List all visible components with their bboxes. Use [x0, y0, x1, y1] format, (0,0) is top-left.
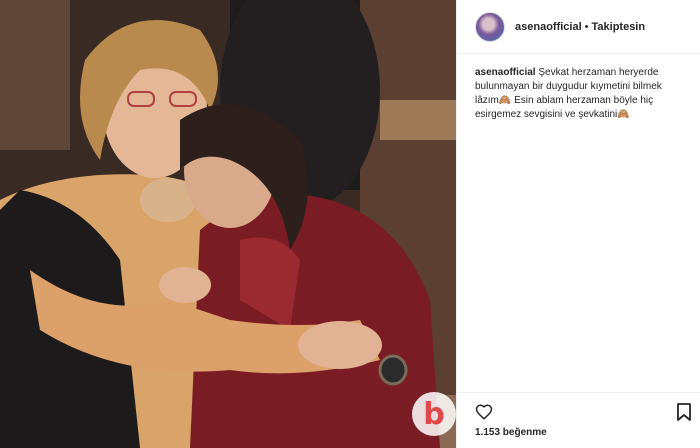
watermark-logo: b [412, 392, 456, 436]
likes-count[interactable]: 1.153 beğenme [475, 427, 547, 438]
header-username[interactable]: asenaofficial [515, 21, 582, 33]
post-caption: asenaofficial Şevkat herzaman heryerde b… [475, 66, 687, 122]
photo-illustration [0, 0, 456, 448]
see-no-evil-monkey-icon: 🙈 [498, 95, 512, 106]
bookmark-icon[interactable] [677, 403, 691, 421]
heart-icon[interactable] [475, 403, 493, 421]
see-no-evil-monkey-icon: 🙈 [617, 109, 630, 120]
header-separator: • [584, 20, 589, 33]
following-button[interactable]: Takiptesin [592, 21, 646, 33]
post-actions: 1.153 beğenme [457, 392, 700, 448]
post-photo[interactable]: b [0, 0, 456, 448]
post-header: asenaofficial • Takiptesin [457, 0, 700, 54]
post-side-panel: asenaofficial • Takiptesin asenaofficial… [456, 0, 700, 448]
caption-username[interactable]: asenaofficial [475, 67, 536, 78]
avatar[interactable] [475, 11, 505, 42]
